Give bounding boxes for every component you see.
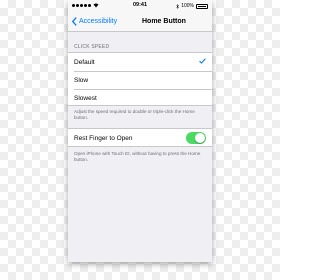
rest-finger-footer: Open iPhone with Touch ID, without havin… — [74, 151, 201, 162]
option-label: Slowest — [74, 94, 97, 102]
battery-icon — [196, 3, 208, 9]
rest-finger-toggle[interactable] — [186, 132, 206, 144]
option-label: Default — [74, 58, 95, 66]
phone-screen: 09:41 100% Accessibility Home Button CLI… — [68, 0, 212, 262]
bluetooth-icon — [176, 3, 180, 9]
navigation-bar: Accessibility Home Button — [68, 12, 212, 32]
toggle-knob — [195, 133, 205, 143]
option-row-default[interactable]: Default — [68, 53, 212, 71]
status-right: 100% — [176, 3, 208, 9]
click-speed-group: Default Slow Slowest — [68, 52, 212, 106]
option-row-slowest[interactable]: Slowest — [68, 89, 212, 107]
chevron-left-icon — [72, 17, 77, 26]
option-label: Slow — [74, 76, 89, 84]
section-header-click-speed: CLICK SPEED — [74, 44, 110, 50]
rest-finger-group: Rest Finger to Open — [68, 128, 212, 147]
click-speed-footer: Adjust the speed required to double or t… — [74, 109, 195, 120]
status-bar: 09:41 100% — [68, 0, 212, 12]
battery-percent: 100% — [181, 3, 194, 9]
checkmark-icon — [199, 58, 206, 64]
rest-finger-row: Rest Finger to Open — [68, 129, 212, 147]
rest-finger-label: Rest Finger to Open — [74, 134, 133, 142]
page-title: Home Button — [142, 17, 186, 25]
back-button[interactable]: Accessibility — [72, 17, 117, 26]
back-button-label: Accessibility — [79, 18, 118, 25]
option-row-slow[interactable]: Slow — [68, 71, 212, 89]
